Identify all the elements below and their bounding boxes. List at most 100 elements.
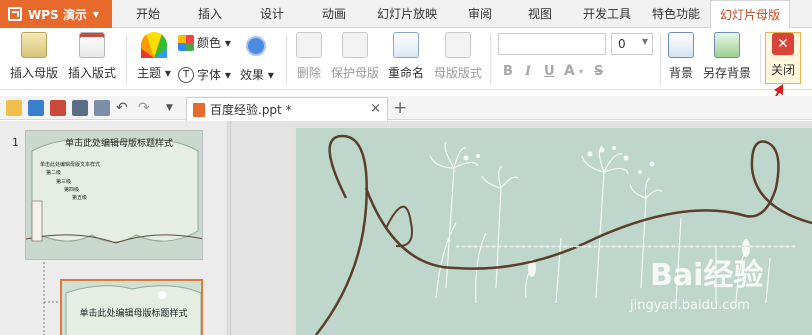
master-layout-label: 母版版式 bbox=[433, 66, 482, 80]
tab-review[interactable]: 审阅 bbox=[456, 0, 504, 28]
effects-circle-button[interactable] bbox=[246, 36, 269, 56]
font-name-combobox[interactable] bbox=[498, 33, 606, 55]
insert-layout-button[interactable]: 插入版式 bbox=[66, 32, 118, 81]
effects-label: 效果 bbox=[240, 68, 265, 82]
font-color-icon[interactable]: A bbox=[564, 63, 575, 79]
master-layout-button[interactable]: 母版版式 bbox=[432, 32, 484, 81]
undo-icon[interactable]: ↶ bbox=[116, 100, 132, 116]
ribbon-panel: 插入母版 插入版式 主题 ▾ 颜色 ▾ T 字体 ▾ 效果 ▾ 删除 保护母版 … bbox=[0, 28, 812, 90]
insert-master-button[interactable]: 插入母版 bbox=[8, 32, 60, 81]
bold-button[interactable]: B bbox=[503, 64, 513, 79]
rename-button[interactable]: 重命名 bbox=[384, 32, 428, 81]
master-layout-icon bbox=[445, 32, 471, 58]
panel-divider bbox=[230, 121, 231, 335]
thumb-layout-title: 单击此处编辑母版标题样式 bbox=[79, 309, 188, 319]
ribbon-separator bbox=[286, 34, 287, 84]
print-icon[interactable] bbox=[72, 100, 88, 116]
thumb-body-level1: 单击此处编辑母版文本样式 bbox=[40, 162, 101, 168]
delete-label: 删除 bbox=[296, 66, 321, 80]
close-tab-icon[interactable]: × bbox=[370, 101, 381, 116]
document-title: 百度经验.ppt * bbox=[210, 103, 292, 117]
font-size-combobox[interactable]: 0 ▼ bbox=[611, 33, 653, 55]
watermark-url: jingyan.baidu.com bbox=[630, 298, 750, 313]
tab-design[interactable]: 设计 bbox=[248, 0, 296, 28]
customize-toolbar-icon[interactable]: ▼ bbox=[166, 100, 182, 116]
tab-slideshow[interactable]: 幻灯片放映 bbox=[372, 0, 442, 28]
thumb-body-level3: 第三级 bbox=[56, 179, 72, 185]
save-icon[interactable] bbox=[28, 100, 44, 116]
panel-splitter bbox=[228, 121, 290, 335]
font-icon: T bbox=[178, 66, 194, 83]
thumb-body-level5: 第五级 bbox=[72, 195, 88, 201]
save-background-label: 另存背景 bbox=[702, 66, 751, 80]
save-background-button[interactable]: 另存背景 bbox=[700, 32, 754, 81]
shadow-button[interactable]: S bbox=[594, 64, 603, 79]
fonts-label: 字体 bbox=[197, 68, 222, 82]
tab-home[interactable]: 开始 bbox=[124, 0, 172, 28]
thumb-body-level2: 第二级 bbox=[46, 170, 62, 176]
effects-circle-icon bbox=[246, 36, 266, 56]
open-folder-icon[interactable] bbox=[6, 100, 22, 116]
delete-slide-icon bbox=[296, 32, 322, 58]
insert-master-icon bbox=[21, 32, 47, 58]
rename-label: 重命名 bbox=[387, 66, 424, 80]
lock-icon bbox=[342, 32, 368, 58]
print-preview-icon[interactable] bbox=[94, 100, 110, 116]
chevron-down-icon: ▼ bbox=[92, 9, 100, 19]
export-pdf-icon[interactable] bbox=[50, 100, 66, 116]
theme-label: 主题 ▾ bbox=[137, 66, 171, 80]
underline-button[interactable]: U bbox=[544, 64, 555, 79]
tab-special-features[interactable]: 特色功能 bbox=[646, 0, 706, 28]
master-slide-thumbnail[interactable]: 单击此处编辑母版标题样式 单击此处编辑母版文本样式 第二级 第三级 第四级 第五… bbox=[25, 130, 203, 260]
thumbnail-frame-art bbox=[65, 285, 201, 335]
document-tab[interactable]: 百度经验.ppt * × bbox=[186, 97, 388, 121]
delete-button[interactable]: 删除 bbox=[292, 32, 326, 81]
colors-label: 颜色 bbox=[197, 36, 222, 50]
tab-insert[interactable]: 插入 bbox=[186, 0, 234, 28]
chevron-down-icon[interactable]: ▾ bbox=[579, 67, 583, 76]
thumb-title: 单击此处编辑母版标题样式 bbox=[64, 139, 173, 149]
effects-dropdown[interactable]: 效果 ▾ bbox=[240, 66, 274, 83]
app-name: WPS 演示 bbox=[28, 7, 87, 22]
background-button[interactable]: 背景 bbox=[664, 32, 698, 81]
ppt-file-icon bbox=[193, 102, 205, 117]
insert-layout-icon bbox=[79, 32, 105, 58]
rainbow-theme-icon bbox=[141, 32, 167, 58]
ribbon-separator bbox=[490, 34, 491, 84]
protect-master-label: 保护母版 bbox=[330, 66, 379, 80]
close-icon: ✕ bbox=[772, 33, 794, 55]
redo-icon[interactable]: ↷ bbox=[138, 100, 154, 116]
colors-dropdown[interactable]: 颜色 ▾ bbox=[178, 34, 231, 51]
slide-number: 1 bbox=[12, 136, 19, 149]
insert-layout-label: 插入版式 bbox=[67, 66, 116, 80]
thumb-body-level4: 第四级 bbox=[64, 187, 80, 193]
thumbnail-frame-art bbox=[26, 138, 202, 244]
ribbon-separator bbox=[660, 34, 661, 84]
close-label: 关闭 bbox=[770, 63, 795, 77]
baidu-watermark: Bai经验 bbox=[650, 258, 764, 293]
tab-slide-master[interactable]: 幻灯片母版 bbox=[710, 0, 790, 29]
ribbon-tab-bar: WPS 演示 ▼ 开始 插入 设计 动画 幻灯片放映 审阅 视图 开发工具 特色… bbox=[0, 0, 812, 29]
ribbon-separator bbox=[126, 34, 127, 84]
color-palette-icon bbox=[178, 34, 194, 51]
tab-animation[interactable]: 动画 bbox=[310, 0, 358, 28]
save-background-icon bbox=[714, 32, 740, 58]
italic-icon[interactable]: I bbox=[525, 64, 531, 79]
tab-developer[interactable]: 开发工具 bbox=[578, 0, 636, 28]
new-tab-icon[interactable]: + bbox=[393, 98, 407, 118]
ribbon-separator bbox=[760, 34, 761, 84]
fonts-dropdown[interactable]: T 字体 ▾ bbox=[178, 66, 231, 83]
chevron-down-icon: ▼ bbox=[641, 37, 648, 46]
theme-button[interactable]: 主题 ▾ bbox=[134, 32, 174, 81]
background-label: 背景 bbox=[668, 66, 693, 80]
rename-icon bbox=[393, 32, 419, 58]
tab-view[interactable]: 视图 bbox=[516, 0, 564, 28]
protect-master-button[interactable]: 保护母版 bbox=[328, 32, 382, 81]
wps-app-menu-button[interactable]: WPS 演示 ▼ bbox=[0, 0, 112, 28]
background-icon bbox=[668, 32, 694, 58]
insert-master-label: 插入母版 bbox=[9, 66, 58, 80]
wps-logo-icon bbox=[8, 7, 22, 21]
close-master-button[interactable]: ✕ 关闭 bbox=[766, 33, 800, 78]
layout-slide-thumbnail[interactable]: 单击此处编辑母版标题样式 bbox=[60, 279, 203, 335]
font-size-value: 0 bbox=[618, 37, 626, 51]
